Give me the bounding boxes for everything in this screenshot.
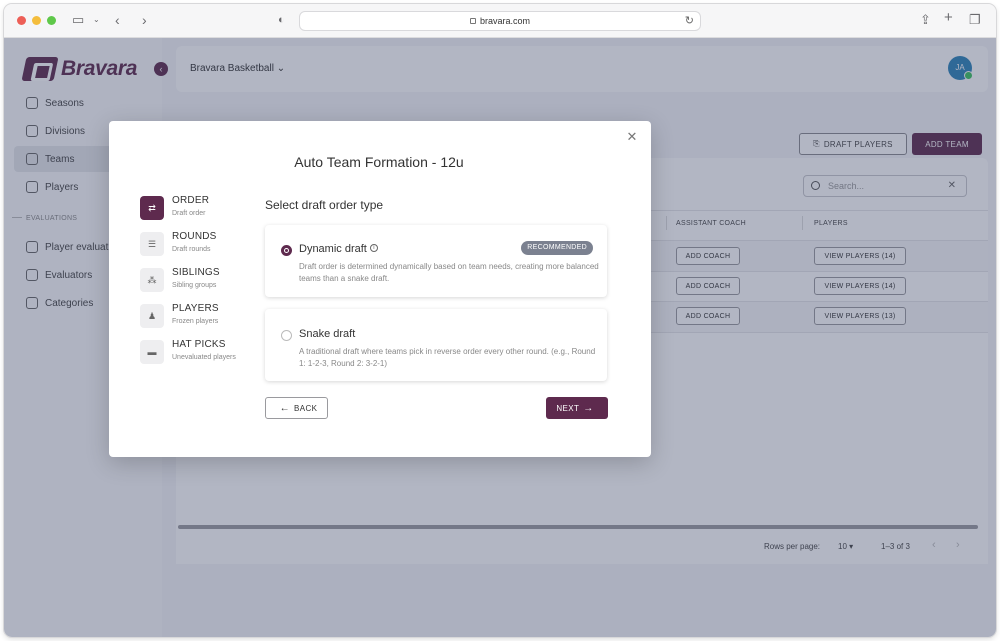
chevron-down-icon[interactable]: ⌄: [93, 12, 100, 28]
step-players[interactable]: ♟ PLAYERS Frozen players: [140, 302, 260, 330]
option-snake-draft[interactable]: Snake draft A traditional draft where te…: [265, 309, 607, 381]
option-name: Dynamic draft: [299, 243, 367, 255]
step-sublabel: Frozen players: [172, 318, 219, 325]
step-siblings[interactable]: ⁂ SIBLINGS Sibling groups: [140, 266, 260, 294]
recommended-badge: RECOMMENDED: [521, 241, 593, 255]
radio-dynamic-draft[interactable]: [281, 245, 292, 256]
lock-icon: [469, 18, 476, 24]
browser-toolbar: ▭ ⌄ ‹ › ◐ bravara.com ↻ ⇪ + ❐: [4, 4, 996, 38]
back-label: BACK: [294, 403, 318, 413]
step-sublabel: Sibling groups: [172, 282, 217, 289]
arrow-left-icon: ←: [279, 402, 290, 414]
option-dynamic-draft[interactable]: Dynamic draft i RECOMMENDED Draft order i…: [265, 225, 607, 297]
option-name: Snake draft: [299, 328, 356, 340]
option-title: Dynamic draft i: [299, 243, 378, 255]
person-lock-icon: ♟: [140, 304, 164, 328]
maximize-window-button[interactable]: [47, 16, 56, 25]
modal-title: Auto Team Formation - 12u: [294, 154, 464, 170]
close-window-button[interactable]: [17, 16, 26, 25]
draft-order-icon: ⇄: [140, 196, 164, 220]
shield-icon: ◐: [278, 14, 285, 26]
arrow-right-icon: →: [583, 402, 594, 414]
group-icon: ⁂: [140, 268, 164, 292]
next-button[interactable]: NEXT →: [546, 397, 608, 419]
auto-team-formation-modal: ✕ Auto Team Formation - 12u ⇄ ORDER Draf…: [109, 121, 651, 457]
option-description: A traditional draft where teams pick in …: [299, 347, 596, 368]
step-sublabel: Unevaluated players: [172, 354, 236, 361]
forward-icon[interactable]: ›: [142, 12, 147, 28]
reload-icon[interactable]: ↻: [685, 12, 694, 30]
new-tab-icon[interactable]: +: [944, 10, 953, 26]
address-bar[interactable]: bravara.com ↻: [299, 11, 701, 31]
back-button[interactable]: ← BACK: [265, 397, 328, 419]
hat-icon: ▬: [140, 340, 164, 364]
minimize-window-button[interactable]: [32, 16, 41, 25]
back-icon[interactable]: ‹: [115, 12, 120, 28]
close-icon[interactable]: ✕: [625, 130, 639, 144]
section-title: Select draft order type: [265, 198, 384, 212]
share-icon[interactable]: ⇪: [920, 12, 931, 28]
step-label: HAT PICKS: [172, 339, 226, 350]
step-label: SIBLINGS: [172, 267, 220, 278]
step-label: ORDER: [172, 195, 210, 206]
step-sublabel: Draft rounds: [172, 246, 211, 253]
step-hat-picks[interactable]: ▬ HAT PICKS Unevaluated players: [140, 338, 260, 366]
modal-backdrop[interactable]: ✕ Auto Team Formation - 12u ⇄ ORDER Draf…: [4, 38, 996, 637]
sidebar-toggle-icon[interactable]: ▭: [72, 12, 84, 28]
step-label: ROUNDS: [172, 231, 217, 242]
browser-window: ▭ ⌄ ‹ › ◐ bravara.com ↻ ⇪ + ❐ Bravara Se…: [4, 4, 996, 637]
step-label: PLAYERS: [172, 303, 219, 314]
step-rounds[interactable]: ☰ ROUNDS Draft rounds: [140, 230, 260, 258]
list-icon: ☰: [140, 232, 164, 256]
option-description: Draft order is determined dynamically ba…: [299, 262, 599, 283]
tabs-icon[interactable]: ❐: [969, 12, 981, 28]
info-icon[interactable]: i: [369, 244, 378, 252]
url-text: bravara.com: [479, 16, 531, 26]
radio-snake-draft[interactable]: [281, 330, 292, 341]
step-sublabel: Draft order: [172, 210, 206, 217]
step-order[interactable]: ⇄ ORDER Draft order: [140, 194, 260, 222]
next-label: NEXT: [556, 403, 580, 413]
